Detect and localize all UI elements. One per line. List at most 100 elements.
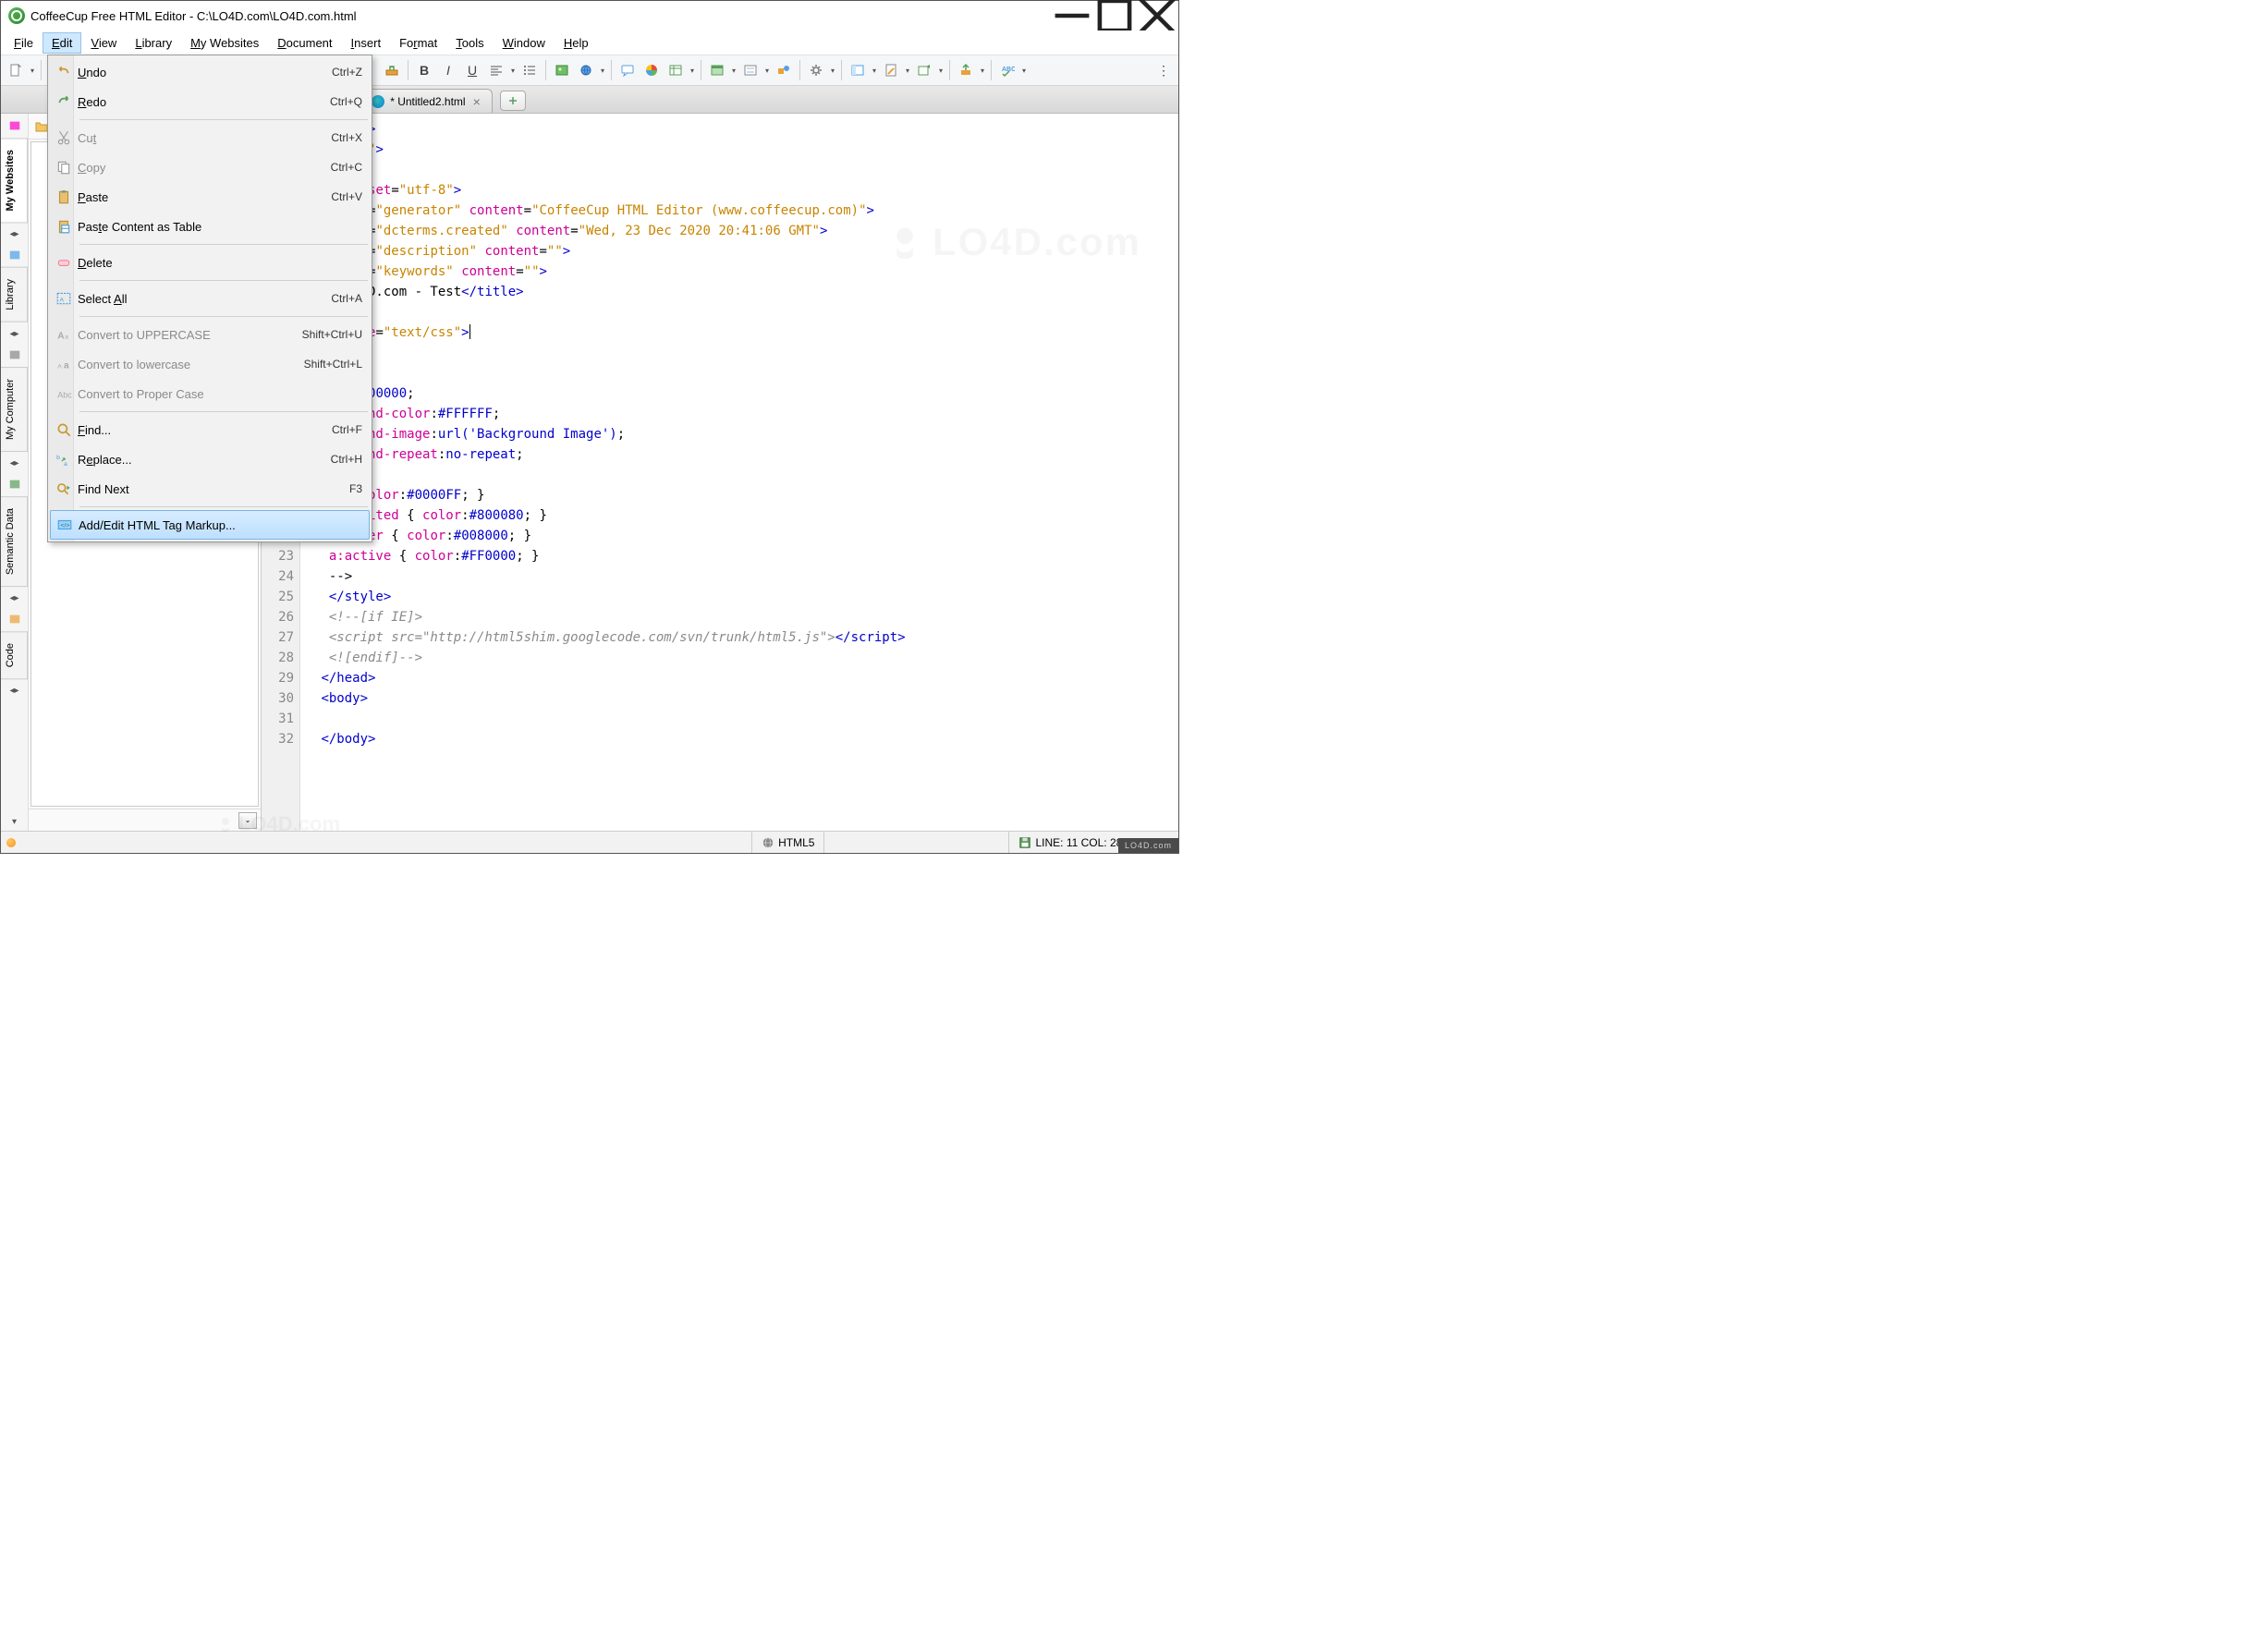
menu-item-label: Redo [78,95,330,109]
layout-icon[interactable] [847,59,869,81]
align-dropdown-icon[interactable]: ▾ [509,67,517,75]
menu-library[interactable]: Library [126,32,181,54]
sidetab-arrow-icon[interactable]: ◂▸ [1,682,28,700]
menu-item-label: Select All [78,292,331,306]
paste-icon [50,189,78,205]
menu-help[interactable]: Help [555,32,598,54]
menu-tools[interactable]: Tools [446,32,493,54]
menu-item-convert-to-lowercase: AaConvert to lowercaseShift+Ctrl+L [50,349,370,379]
frame-dropdown-icon[interactable]: ▾ [730,67,738,75]
new-dropdown-icon[interactable]: ▾ [29,67,36,75]
sidetab-arrow-icon[interactable]: ◂▸ [1,324,28,343]
menu-my-websites[interactable]: My Websites [181,32,268,54]
menu-window[interactable]: Window [494,32,555,54]
menu-item-shortcut: F3 [349,482,362,495]
window-title: CoffeeCup Free HTML Editor - C:\LO4D.com… [30,9,1051,23]
menu-item-paste[interactable]: PasteCtrl+V [50,182,370,212]
document-tab[interactable]: * Untitled2.html × [361,89,493,113]
menu-insert[interactable]: Insert [342,32,391,54]
menu-item-label: Replace... [78,453,331,467]
shapes-icon[interactable] [773,59,795,81]
menu-item-shortcut: Ctrl+Q [330,95,362,108]
sidetab-code[interactable]: Code [1,631,28,679]
spellcheck-dropdown-icon[interactable]: ▾ [1020,67,1028,75]
menu-item-undo[interactable]: UndoCtrl+Z [50,57,370,87]
link-icon[interactable] [575,59,597,81]
new-file-icon[interactable] [5,59,27,81]
comment-icon[interactable] [616,59,639,81]
bold-icon[interactable]: B [413,59,435,81]
side-panel-dropdown-button[interactable]: ⌄ [238,812,257,829]
menu-file[interactable]: File [5,32,43,54]
export-dropdown-icon[interactable]: ▾ [937,67,945,75]
select-all-icon: A [50,290,78,307]
svg-text:a: a [64,361,69,371]
menu-item-find-next[interactable]: Find NextF3 [50,474,370,504]
align-left-icon[interactable] [485,59,507,81]
form-dropdown-icon[interactable]: ▾ [763,67,771,75]
spreadsheet-dropdown-icon[interactable]: ▾ [689,67,696,75]
list-icon[interactable] [518,59,541,81]
status-doctype: HTML5 [751,832,823,853]
spellcheck-icon[interactable]: ABC [996,59,1018,81]
paste-table-icon [50,218,78,235]
link-dropdown-icon[interactable]: ▾ [599,67,606,75]
minimize-button[interactable] [1051,1,1093,30]
sidetab-my-websites[interactable]: My Websites [1,138,28,223]
menu-item-paste-content-as-table[interactable]: Paste Content as Table [50,212,370,241]
menu-view[interactable]: View [81,32,126,54]
menu-item-label: Delete [78,256,362,270]
gear-dropdown-icon[interactable]: ▾ [829,67,836,75]
redo-icon [50,93,78,110]
side-panel-footer: ⌄ [29,809,261,831]
menu-document[interactable]: Document [268,32,341,54]
menu-item-label: Find... [78,423,332,437]
italic-icon[interactable]: I [437,59,459,81]
gear-icon[interactable] [805,59,827,81]
menu-item-delete[interactable]: Delete [50,248,370,277]
sidetab-my-computer[interactable]: My Computer [1,367,28,452]
layout-dropdown-icon[interactable]: ▾ [871,67,878,75]
svg-text:Abc: Abc [57,391,72,400]
open-tray-icon[interactable] [381,59,403,81]
color-wheel-icon[interactable] [640,59,663,81]
sidetab-arrow-icon[interactable]: ◂▸ [1,589,28,607]
lowercase-icon: Aa [50,356,78,372]
sidetab-arrow-icon[interactable]: ◂▸ [1,225,28,243]
edge-icon [372,95,384,108]
menu-format[interactable]: Format [390,32,446,54]
menu-item-select-all[interactable]: ASelect AllCtrl+A [50,284,370,313]
sidetab-arrow-icon[interactable]: ◂▸ [1,454,28,472]
tab-label: * Untitled2.html [390,95,465,108]
close-button[interactable] [1136,1,1178,30]
menu-item-redo[interactable]: RedoCtrl+Q [50,87,370,116]
note-dropdown-icon[interactable]: ▾ [904,67,911,75]
new-tab-button[interactable] [500,91,526,111]
upload-dropdown-icon[interactable]: ▾ [979,67,986,75]
note-icon[interactable] [880,59,902,81]
toolbar-overflow-icon[interactable]: ⋮ [1152,59,1175,81]
menu-item-label: Cut [78,131,331,145]
frame-icon[interactable] [706,59,728,81]
sidetab-semantic-data[interactable]: Semantic Data [1,496,28,587]
image-icon[interactable] [551,59,573,81]
code-editor[interactable]: 20 21 22 23 24 25 26 27 28 29 30 31 32 P… [262,114,1178,831]
menu-item-find[interactable]: Find...Ctrl+F [50,415,370,444]
maximize-button[interactable] [1093,1,1136,30]
menu-edit[interactable]: Edit [43,32,81,54]
spreadsheet-icon[interactable] [665,59,687,81]
underline-icon[interactable]: U [461,59,483,81]
tab-close-icon[interactable]: × [471,94,482,109]
code-content[interactable]: PE html> ang="en"> ta charset="utf-8"> t… [300,114,1178,831]
propercase-icon: Abc [50,385,78,402]
export-icon[interactable] [913,59,935,81]
upload-icon[interactable] [955,59,977,81]
sidetab-overflow-icon[interactable]: ▾ [1,812,28,831]
menu-item-replace[interactable]: baReplace...Ctrl+H [50,444,370,474]
menu-item-shortcut: Ctrl+X [331,131,362,144]
svg-text:A: A [57,332,65,342]
window-controls [1051,1,1178,30]
form-icon[interactable] [739,59,762,81]
sidetab-library[interactable]: Library [1,267,28,322]
menu-item-add-edit-html-tag-markup[interactable]: </>Add/Edit HTML Tag Markup... [50,510,370,540]
